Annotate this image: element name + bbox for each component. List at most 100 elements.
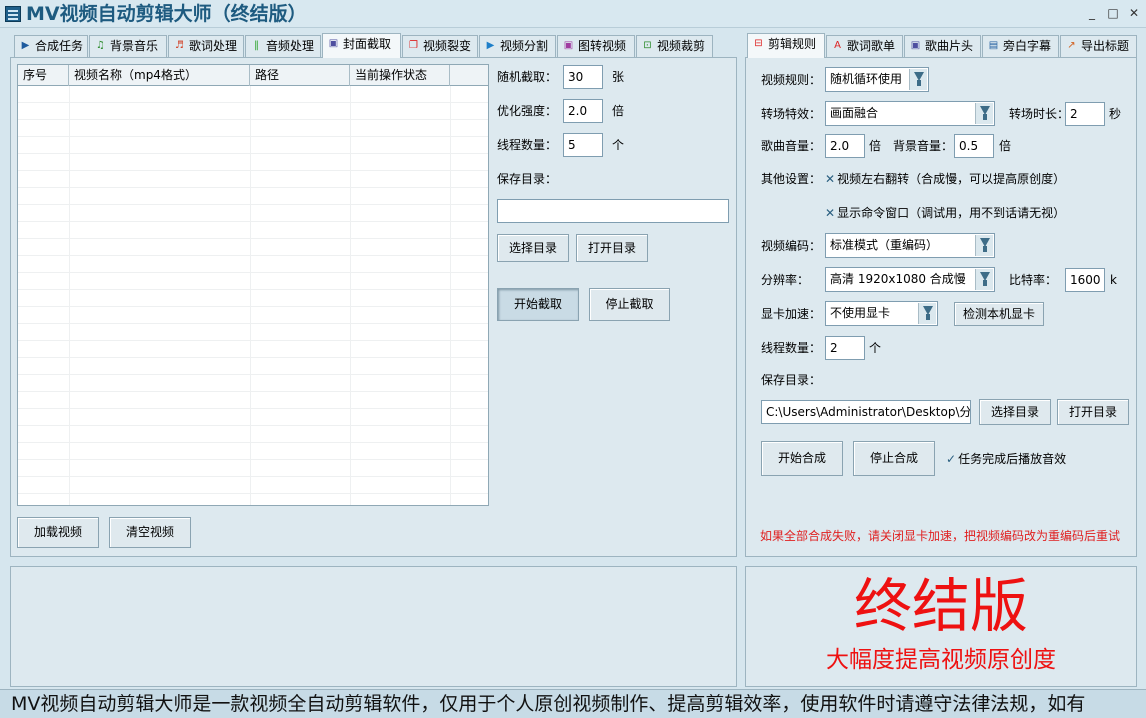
load-video-button[interactable]: 加载视频 bbox=[17, 517, 99, 548]
rules-save-dir-label: 保存目录： bbox=[761, 373, 822, 387]
flip-checkbox[interactable]: ✕ 视频左右翻转（合成慢，可以提高原创度） bbox=[825, 169, 1065, 189]
font-icon: A bbox=[834, 40, 841, 51]
transition-duration-input[interactable]: 2 bbox=[1065, 102, 1105, 126]
column-header-path[interactable]: 路径 bbox=[250, 65, 350, 86]
table-row[interactable] bbox=[18, 86, 488, 103]
transition-value: 画面融合 bbox=[830, 106, 879, 120]
random-capture-input[interactable]: 30 bbox=[563, 65, 603, 89]
resolution-select[interactable]: 高清 1920x1080 合成慢 bbox=[825, 267, 995, 292]
bitrate-unit: k bbox=[1110, 273, 1117, 287]
left-tab-8[interactable]: ▣ 图转视频 bbox=[557, 35, 635, 57]
dropdown-arrow-icon bbox=[975, 235, 993, 256]
left-tab-4[interactable]: ‖ 音频处理 bbox=[245, 35, 321, 57]
play-sound-checkbox-label: 任务完成后播放音效 bbox=[958, 452, 1067, 466]
column-header-index[interactable]: 序号 bbox=[18, 65, 69, 86]
rules-select-dir-button[interactable]: 选择目录 bbox=[979, 399, 1051, 425]
table-row[interactable] bbox=[18, 256, 488, 273]
column-header-name[interactable]: 视频名称（mp4格式） bbox=[69, 65, 250, 86]
minimize-button[interactable]: _ bbox=[1083, 4, 1101, 22]
bg-volume-label: 背景音量： bbox=[893, 139, 954, 153]
left-tab-7[interactable]: ▶ 视频分割 bbox=[479, 35, 556, 57]
table-column-divider bbox=[450, 86, 451, 505]
restore-button[interactable]: □ bbox=[1104, 4, 1122, 22]
bitrate-input[interactable]: 1600 bbox=[1065, 268, 1105, 292]
stop-compose-button[interactable]: 停止合成 bbox=[853, 441, 935, 476]
table-row[interactable] bbox=[18, 341, 488, 358]
random-capture-label: 随机截取： bbox=[497, 70, 558, 84]
table-row[interactable] bbox=[18, 358, 488, 375]
start-capture-button[interactable]: 开始截取 bbox=[497, 288, 579, 321]
document-icon: ▤ bbox=[988, 40, 999, 51]
table-row[interactable] bbox=[18, 137, 488, 154]
clear-video-button[interactable]: 清空视频 bbox=[109, 517, 191, 548]
table-row[interactable] bbox=[18, 154, 488, 171]
right-tab-1[interactable]: ⊟ 剪辑规则 bbox=[747, 33, 825, 58]
thread-count-unit: 个 bbox=[612, 138, 625, 152]
rules-thread-label: 线程数量： bbox=[761, 341, 822, 355]
encoding-select[interactable]: 标准模式（重编码） bbox=[825, 233, 995, 258]
promo-subtitle: 大幅度提高视频原创度 bbox=[826, 647, 1056, 673]
right-tab-3[interactable]: ▣ 歌曲片头 bbox=[904, 35, 981, 57]
dropdown-arrow-icon bbox=[975, 269, 993, 290]
left-tab-6[interactable]: ❐ 视频裂变 bbox=[402, 35, 478, 57]
right-tab-5[interactable]: ↗ 导出标题 bbox=[1060, 35, 1137, 57]
optimize-strength-label: 优化强度： bbox=[497, 104, 558, 118]
table-row[interactable] bbox=[18, 273, 488, 290]
table-row[interactable] bbox=[18, 375, 488, 392]
table-row[interactable] bbox=[18, 324, 488, 341]
rules-thread-input[interactable]: 2 bbox=[825, 336, 865, 360]
start-compose-button[interactable]: 开始合成 bbox=[761, 441, 843, 476]
table-row[interactable] bbox=[18, 120, 488, 137]
table-row[interactable] bbox=[18, 188, 488, 205]
optimize-strength-input[interactable]: 2.0 bbox=[563, 99, 603, 123]
left-tab-5[interactable]: ▣ 封面截取 bbox=[322, 33, 401, 58]
table-row[interactable] bbox=[18, 290, 488, 307]
table-row[interactable] bbox=[18, 205, 488, 222]
video-rule-value: 随机循环使用 bbox=[830, 72, 903, 86]
right-tab-2[interactable]: A 歌词歌单 bbox=[826, 35, 903, 57]
video-rule-select[interactable]: 随机循环使用 bbox=[825, 67, 929, 92]
open-dir-button[interactable]: 打开目录 bbox=[576, 234, 648, 262]
table-row[interactable] bbox=[18, 392, 488, 409]
video-table[interactable]: 序号 视频名称（mp4格式） 路径 当前操作状态 bbox=[17, 64, 489, 506]
rules-save-dir-input[interactable]: C:\Users\Administrator\Desktop\分镜 bbox=[761, 400, 971, 424]
right-tab-4[interactable]: ▤ 旁白字幕 bbox=[982, 35, 1059, 57]
gpu-select[interactable]: 不使用显卡 bbox=[825, 301, 938, 326]
image-to-video-icon: ▣ bbox=[563, 40, 574, 51]
detect-gpu-button[interactable]: 检测本机显卡 bbox=[954, 302, 1044, 326]
right-tab-label: 剪辑规则 bbox=[768, 37, 817, 51]
save-dir-label: 保存目录： bbox=[497, 172, 558, 186]
table-row[interactable] bbox=[18, 443, 488, 460]
table-row[interactable] bbox=[18, 222, 488, 239]
table-row[interactable] bbox=[18, 239, 488, 256]
transition-select[interactable]: 画面融合 bbox=[825, 101, 995, 126]
column-header-status[interactable]: 当前操作状态 bbox=[350, 65, 450, 86]
optimize-strength-unit: 倍 bbox=[612, 104, 625, 118]
left-tab-2[interactable]: ♫ 背景音乐 bbox=[89, 35, 167, 57]
table-row[interactable] bbox=[18, 460, 488, 477]
clip-rules-icon: ⊟ bbox=[754, 38, 763, 49]
left-tab-9[interactable]: ⊡ 视频裁剪 bbox=[636, 35, 713, 57]
play-sound-checkbox[interactable]: ✓ 任务完成后播放音效 bbox=[946, 449, 1066, 469]
left-tab-1[interactable]: ▶ 合成任务 bbox=[14, 35, 88, 57]
lyrics-icon: ♬ bbox=[175, 40, 184, 51]
song-volume-input[interactable]: 2.0 bbox=[825, 134, 865, 158]
table-row[interactable] bbox=[18, 103, 488, 120]
save-dir-input[interactable] bbox=[497, 199, 729, 223]
stop-capture-button[interactable]: 停止截取 bbox=[589, 288, 670, 321]
left-tab-3[interactable]: ♬ 歌词处理 bbox=[168, 35, 244, 57]
table-row[interactable] bbox=[18, 426, 488, 443]
flip-checkbox-label: 视频左右翻转（合成慢，可以提高原创度） bbox=[837, 172, 1066, 186]
table-header: 序号 视频名称（mp4格式） 路径 当前操作状态 bbox=[18, 65, 488, 86]
left-tab-label: 视频分割 bbox=[500, 39, 549, 53]
console-checkbox[interactable]: ✕ 显示命令窗口（调试用，用不到话请无视） bbox=[825, 203, 1065, 223]
close-button[interactable]: ✕ bbox=[1125, 4, 1143, 22]
rules-open-dir-button[interactable]: 打开目录 bbox=[1057, 399, 1129, 425]
table-row[interactable] bbox=[18, 477, 488, 494]
table-row[interactable] bbox=[18, 307, 488, 324]
select-dir-button[interactable]: 选择目录 bbox=[497, 234, 569, 262]
table-row[interactable] bbox=[18, 409, 488, 426]
bg-volume-input[interactable]: 0.5 bbox=[954, 134, 994, 158]
thread-count-input[interactable]: 5 bbox=[563, 133, 603, 157]
table-row[interactable] bbox=[18, 171, 488, 188]
